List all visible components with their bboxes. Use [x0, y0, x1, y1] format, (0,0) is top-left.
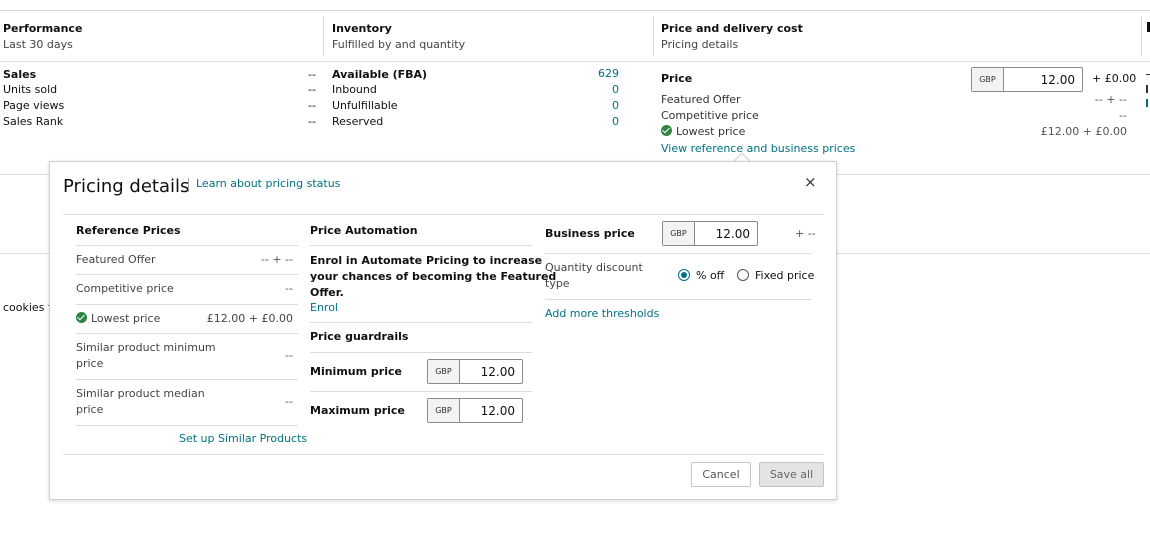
title-divider — [188, 178, 189, 192]
price-label: Price — [661, 72, 693, 85]
business-price-suffix: + -- — [795, 227, 816, 240]
max-price-value: 12.00 — [480, 403, 515, 418]
check-circle-icon — [661, 125, 672, 136]
max-price-label: Maximum price — [310, 404, 405, 417]
price-featured-label: Featured Offer — [661, 93, 741, 106]
performance-header-sub: Last 30 days — [3, 38, 73, 51]
price-featured-value: -- + -- — [1094, 93, 1127, 106]
price-delivery: + £0.00 — [1092, 72, 1137, 85]
ref-similar-median-value: -- — [285, 395, 293, 408]
inv-reserved-value[interactable]: 0 — [580, 115, 619, 128]
perf-views-value: -- — [308, 99, 316, 112]
ref-similar-min-label1: Similar product minimum — [76, 341, 216, 354]
ref-similar-median-label1: Similar product median — [76, 387, 205, 400]
ref-lowest: Lowest price — [76, 312, 160, 325]
inv-unfulfillable-label: Unfulfillable — [332, 99, 398, 112]
inv-available-value[interactable]: 629 — [580, 67, 619, 80]
inventory-header-sub: Fulfilled by and quantity — [332, 38, 466, 51]
enrol-link[interactable]: Enrol — [310, 301, 338, 314]
perf-views-label: Page views — [3, 99, 65, 112]
inv-inbound-label: Inbound — [332, 83, 377, 96]
percent-off-radio[interactable] — [678, 269, 690, 281]
price-competitive-value: -- — [1119, 109, 1127, 122]
ref-similar-min-label2: price — [76, 357, 104, 370]
ref-featured-value: -- + -- — [260, 253, 293, 266]
fixed-price-option[interactable]: Fixed price — [737, 269, 814, 282]
qd-label-line2: type — [545, 277, 570, 290]
ref-competitive-label: Competitive price — [76, 282, 174, 295]
enrol-text-line3: Offer. — [310, 286, 344, 299]
inventory-header-title: Inventory — [332, 22, 392, 35]
view-reference-prices-link[interactable]: View reference and business prices — [661, 142, 855, 155]
add-thresholds-link[interactable]: Add more thresholds — [545, 307, 659, 320]
perf-units-label: Units sold — [3, 83, 58, 96]
price-lowest-value: £12.00 + £0.00 — [1040, 125, 1127, 138]
modal-title: Pricing details — [63, 176, 190, 197]
ref-similar-median-label2: price — [76, 403, 104, 416]
check-circle-icon — [76, 312, 87, 323]
ref-similar-min-value: -- — [285, 349, 293, 362]
inv-inbound-value[interactable]: 0 — [580, 83, 619, 96]
reference-prices-title: Reference Prices — [76, 224, 181, 237]
price-input[interactable]: GBP 12.00 — [971, 67, 1083, 92]
inv-reserved-label: Reserved — [332, 115, 384, 128]
price-value: 12.00 — [1040, 72, 1075, 87]
enrol-text-line1: Enrol in Automate Pricing to increase — [310, 254, 543, 267]
min-price-value: 12.00 — [480, 364, 515, 379]
fixed-price-radio[interactable] — [737, 269, 749, 281]
guardrails-title: Price guardrails — [310, 330, 409, 343]
inv-unfulfillable-value[interactable]: 0 — [580, 99, 619, 112]
price-lowest-label: Lowest price — [676, 125, 746, 138]
perf-rank-value: -- — [308, 115, 316, 128]
setup-similar-products-link[interactable]: Set up Similar Products — [179, 432, 307, 445]
business-price-input[interactable]: GBP 12.00 — [662, 221, 758, 246]
percent-off-option[interactable]: % off — [678, 269, 724, 282]
business-price-currency: GBP — [663, 222, 695, 245]
price-currency: GBP — [972, 68, 1004, 91]
perf-sales-value: -- — [308, 68, 316, 81]
price-competitive-label: Competitive price — [661, 109, 759, 122]
price-header-sub: Pricing details — [661, 38, 739, 51]
min-price-input[interactable]: GBP 12.00 — [427, 359, 523, 384]
close-icon[interactable]: × — [804, 173, 817, 191]
percent-off-label: % off — [696, 269, 725, 282]
perf-units-value: -- — [308, 83, 316, 96]
perf-rank-label: Sales Rank — [3, 115, 64, 128]
min-price-label: Minimum price — [310, 365, 402, 378]
cancel-button[interactable]: Cancel — [691, 462, 751, 487]
min-price-currency: GBP — [428, 360, 460, 383]
qd-label-line1: Quantity discount — [545, 261, 643, 274]
inv-available-label: Available (FBA) — [332, 68, 428, 81]
perf-sales-label: Sales — [3, 68, 37, 81]
pricing-details-modal: Pricing details Learn about pricing stat… — [49, 161, 837, 500]
fixed-price-label: Fixed price — [755, 269, 815, 282]
max-price-currency: GBP — [428, 399, 460, 422]
ref-featured-label: Featured Offer — [76, 253, 156, 266]
clipped-column-content — [1146, 72, 1150, 112]
ref-competitive-value: -- — [285, 282, 293, 295]
save-all-button[interactable]: Save all — [759, 462, 824, 487]
max-price-input[interactable]: GBP 12.00 — [427, 398, 523, 423]
ref-lowest-label: Lowest price — [91, 312, 161, 325]
learn-pricing-status-link[interactable]: Learn about pricing status — [196, 177, 340, 190]
business-price-value: 12.00 — [715, 226, 750, 241]
price-lowest: Lowest price — [661, 125, 745, 138]
business-price-label: Business price — [545, 227, 635, 240]
automation-title: Price Automation — [310, 224, 418, 237]
ref-lowest-value: £12.00 + £0.00 — [206, 312, 293, 325]
performance-header-title: Performance — [3, 22, 83, 35]
enrol-text-line2: your chances of becoming the Featured — [310, 270, 557, 283]
price-header-title: Price and delivery cost — [661, 22, 803, 35]
